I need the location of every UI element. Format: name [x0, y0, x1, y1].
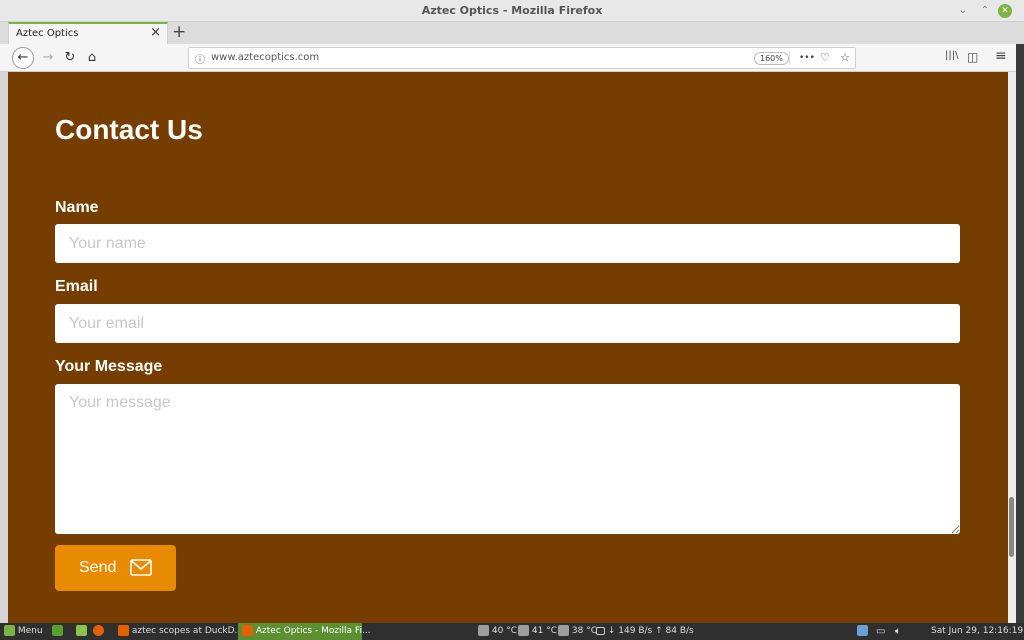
display-icon[interactable]: ▭: [876, 625, 885, 639]
name-label: Name: [55, 199, 99, 216]
desktop-edge: [1016, 44, 1024, 623]
message-label: Your Message: [55, 358, 163, 375]
cpu-temp-2: 41 °C: [518, 625, 557, 639]
sidebar-icon[interactable]: ◫: [967, 50, 978, 64]
files-launcher[interactable]: [76, 625, 87, 639]
clock[interactable]: Sat Jun 29, 12:16:19 PM: [931, 625, 1024, 639]
task-label: aztec scopes at DuckD...: [131, 626, 244, 636]
download-arrow-icon: ↓: [607, 626, 616, 636]
message-textarea[interactable]: [55, 384, 960, 534]
tab-aztec-optics[interactable]: Aztec Optics ×: [8, 22, 168, 44]
url-bar[interactable]: ⓘ www.aztecoptics.com 160% ••• ♡ ☆: [188, 47, 856, 69]
send-button-label: Send: [79, 559, 117, 576]
navigation-toolbar: ← → ↻ ⌂ ⓘ www.aztecoptics.com 160% ••• ♡…: [0, 44, 1024, 72]
email-input[interactable]: [55, 304, 960, 343]
show-desktop-launcher[interactable]: [52, 625, 63, 639]
firefox-launcher[interactable]: [93, 625, 104, 639]
bookmark-star-icon[interactable]: ☆: [840, 51, 850, 64]
zoom-level-badge[interactable]: 160%: [754, 52, 789, 65]
page-scrollbar[interactable]: [1008, 72, 1016, 623]
shield-icon[interactable]: [857, 625, 868, 639]
cpu-temp-1: 40 °C: [478, 625, 517, 639]
name-input[interactable]: [55, 224, 960, 263]
monitor-icon: [596, 626, 605, 635]
minimize-icon[interactable]: ⌄: [956, 4, 970, 18]
tab-label: Aztec Optics: [16, 28, 79, 39]
page-actions-icon[interactable]: •••: [799, 53, 815, 63]
net-up-reading: 84 B/s: [665, 626, 694, 636]
forward-button[interactable]: →: [38, 48, 58, 68]
cpu-temp-3: 38 °C: [558, 625, 597, 639]
email-label: Email: [55, 278, 98, 295]
page-title: Contact Us: [55, 114, 203, 145]
taskbar-window-aztec-optics[interactable]: Aztec Optics - Mozilla Fi...: [238, 623, 371, 640]
page-content: Contact Us Name Email Your Message Send: [8, 72, 1016, 623]
temp-reading: 40 °C: [491, 626, 517, 636]
upload-arrow-icon: ↑: [655, 626, 663, 636]
close-window-icon[interactable]: ✕: [998, 4, 1012, 18]
firefox-window-icon: [242, 625, 253, 636]
desktop-icon: [52, 625, 63, 636]
site-info-icon[interactable]: ⓘ: [195, 51, 205, 66]
home-button[interactable]: ⌂: [82, 48, 102, 68]
window-titlebar: Aztec Optics - Mozilla Firefox ⌄ ⌃ ✕: [0, 0, 1024, 22]
task-label: Aztec Optics - Mozilla Fi...: [255, 626, 371, 636]
maximize-icon[interactable]: ⌃: [978, 4, 992, 18]
library-icon[interactable]: |||\: [945, 50, 958, 61]
folder-icon: [76, 625, 87, 636]
send-button[interactable]: Send: [55, 545, 176, 591]
start-menu-button[interactable]: Menu: [4, 625, 43, 639]
shield-glyph: [857, 625, 868, 636]
chip-icon: [518, 625, 529, 636]
firefox-icon: [93, 625, 104, 636]
new-tab-button[interactable]: +: [172, 22, 186, 42]
taskbar-window-duckduckgo[interactable]: aztec scopes at DuckD...: [118, 625, 243, 639]
tab-strip: Aztec Optics × +: [0, 22, 1024, 44]
chip-icon: [478, 625, 489, 636]
network-monitor: ↓ 149 B/s ↑ 84 B/s: [596, 625, 694, 639]
firefox-window-icon: [118, 625, 129, 636]
chip-icon: [558, 625, 569, 636]
temp-reading: 41 °C: [531, 626, 557, 636]
envelope-icon: [130, 559, 152, 576]
pocket-icon[interactable]: ♡: [820, 51, 830, 64]
volume-icon[interactable]: 🔈︎: [895, 625, 901, 639]
menu-label: Menu: [17, 626, 43, 636]
url-separator: [789, 51, 790, 65]
net-down-reading: 149 B/s: [618, 626, 653, 636]
hamburger-menu-icon[interactable]: ≡: [995, 48, 1007, 64]
back-button[interactable]: ←: [12, 47, 34, 69]
url-text[interactable]: www.aztecoptics.com: [211, 52, 319, 63]
window-title: Aztec Optics - Mozilla Firefox: [421, 4, 603, 17]
mint-menu-icon: [4, 625, 15, 636]
temp-reading: 38 °C: [571, 626, 597, 636]
tab-close-icon[interactable]: ×: [150, 25, 161, 40]
scrollbar-thumb[interactable]: [1009, 497, 1014, 557]
reload-button[interactable]: ↻: [60, 48, 80, 68]
taskbar: Menu aztec scopes at DuckD... Aztec Opti…: [0, 623, 1024, 640]
